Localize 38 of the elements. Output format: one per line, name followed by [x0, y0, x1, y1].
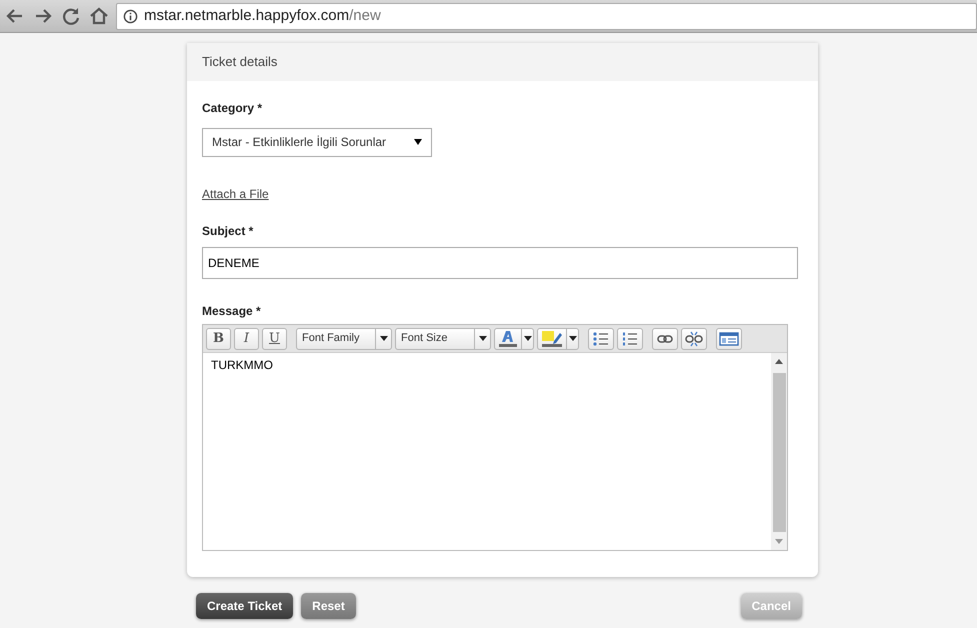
caret-icon [478, 336, 486, 341]
underline-button[interactable]: U [262, 328, 287, 350]
link-button[interactable] [652, 328, 678, 350]
reset-button[interactable]: Reset [301, 593, 356, 619]
bullet-list-button[interactable] [588, 328, 614, 350]
caret-icon [380, 336, 388, 341]
numbered-list-icon [622, 332, 638, 346]
font-color-button[interactable] [494, 328, 534, 350]
scrollbar[interactable] [771, 353, 787, 550]
caret-icon [414, 139, 422, 145]
subject-field[interactable]: DENEME [202, 247, 798, 279]
font-family-dropdown[interactable]: Font Family [296, 328, 392, 350]
unlink-icon [685, 330, 703, 346]
address-bar[interactable]: mstar.netmarble.happyfox.com/new [116, 2, 977, 30]
message-label: Message * [202, 303, 262, 320]
url-text: mstar.netmarble.happyfox.com/new [144, 6, 381, 26]
link-icon [657, 334, 673, 344]
category-label: Category * [202, 100, 264, 116]
bold-button[interactable]: B [206, 328, 231, 350]
bullet-list-icon [593, 332, 609, 346]
numbered-list-button[interactable] [617, 328, 643, 350]
italic-button[interactable]: I [234, 328, 259, 350]
caret-icon [524, 336, 532, 341]
info-icon[interactable] [123, 8, 138, 24]
home-icon[interactable] [88, 5, 110, 27]
font-size-dropdown[interactable]: Font Size [395, 328, 491, 350]
attach-file-link[interactable]: Attach a File [202, 186, 269, 200]
highlight-button[interactable] [537, 328, 579, 350]
panel-header: Ticket details [187, 43, 818, 80]
subject-label: Subject * [202, 223, 254, 240]
unlink-button[interactable] [681, 328, 707, 350]
message-text[interactable]: TURKMMO [203, 353, 771, 550]
create-ticket-button[interactable]: Create Ticket [196, 593, 294, 619]
window-icon [719, 332, 739, 346]
source-button[interactable] [716, 328, 742, 350]
caret-icon [568, 336, 576, 341]
category-dropdown[interactable]: Mstar - Etkinliklerle İlgili Sorunlar [202, 128, 432, 156]
scroll-up-icon[interactable] [775, 359, 783, 364]
